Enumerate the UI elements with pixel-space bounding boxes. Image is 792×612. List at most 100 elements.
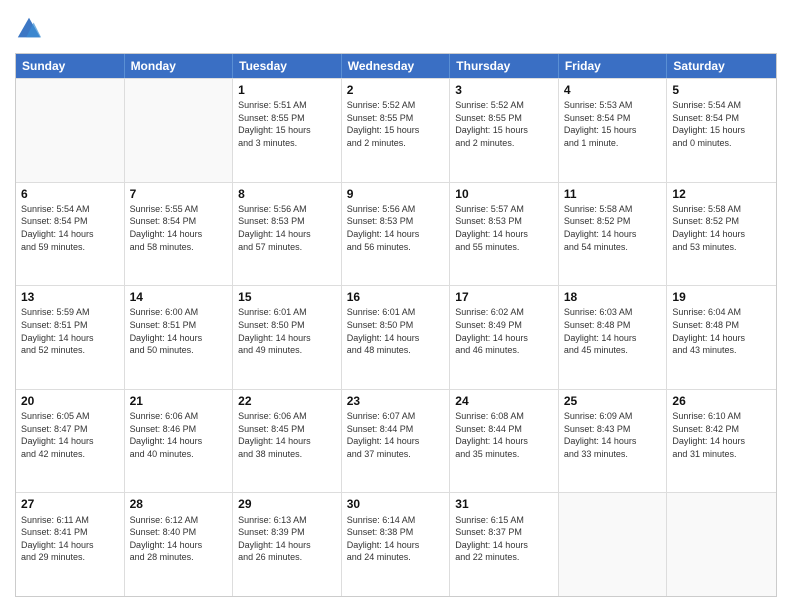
calendar-cell: 18Sunrise: 6:03 AM Sunset: 8:48 PM Dayli… <box>559 286 668 389</box>
calendar-cell: 22Sunrise: 6:06 AM Sunset: 8:45 PM Dayli… <box>233 390 342 493</box>
day-info: Sunrise: 6:14 AM Sunset: 8:38 PM Dayligh… <box>347 514 445 564</box>
day-number: 1 <box>238 82 336 98</box>
calendar-cell: 25Sunrise: 6:09 AM Sunset: 8:43 PM Dayli… <box>559 390 668 493</box>
calendar-cell: 17Sunrise: 6:02 AM Sunset: 8:49 PM Dayli… <box>450 286 559 389</box>
day-info: Sunrise: 5:56 AM Sunset: 8:53 PM Dayligh… <box>347 203 445 253</box>
day-number: 30 <box>347 496 445 512</box>
calendar-header: SundayMondayTuesdayWednesdayThursdayFrid… <box>16 54 776 78</box>
header-day-thursday: Thursday <box>450 54 559 78</box>
day-number: 23 <box>347 393 445 409</box>
header-day-wednesday: Wednesday <box>342 54 451 78</box>
day-number: 6 <box>21 186 119 202</box>
day-number: 4 <box>564 82 662 98</box>
calendar-cell <box>16 79 125 182</box>
day-info: Sunrise: 6:03 AM Sunset: 8:48 PM Dayligh… <box>564 306 662 356</box>
day-info: Sunrise: 6:15 AM Sunset: 8:37 PM Dayligh… <box>455 514 553 564</box>
day-number: 25 <box>564 393 662 409</box>
calendar-cell: 12Sunrise: 5:58 AM Sunset: 8:52 PM Dayli… <box>667 183 776 286</box>
header-day-friday: Friday <box>559 54 668 78</box>
calendar-cell: 29Sunrise: 6:13 AM Sunset: 8:39 PM Dayli… <box>233 493 342 596</box>
calendar-cell: 19Sunrise: 6:04 AM Sunset: 8:48 PM Dayli… <box>667 286 776 389</box>
day-info: Sunrise: 6:09 AM Sunset: 8:43 PM Dayligh… <box>564 410 662 460</box>
day-info: Sunrise: 6:00 AM Sunset: 8:51 PM Dayligh… <box>130 306 228 356</box>
day-info: Sunrise: 6:12 AM Sunset: 8:40 PM Dayligh… <box>130 514 228 564</box>
header <box>15 15 777 43</box>
calendar-cell: 15Sunrise: 6:01 AM Sunset: 8:50 PM Dayli… <box>233 286 342 389</box>
day-info: Sunrise: 6:10 AM Sunset: 8:42 PM Dayligh… <box>672 410 771 460</box>
calendar: SundayMondayTuesdayWednesdayThursdayFrid… <box>15 53 777 597</box>
day-number: 28 <box>130 496 228 512</box>
header-day-tuesday: Tuesday <box>233 54 342 78</box>
day-number: 26 <box>672 393 771 409</box>
calendar-cell: 16Sunrise: 6:01 AM Sunset: 8:50 PM Dayli… <box>342 286 451 389</box>
day-number: 17 <box>455 289 553 305</box>
calendar-cell <box>559 493 668 596</box>
calendar-cell <box>125 79 234 182</box>
day-info: Sunrise: 5:54 AM Sunset: 8:54 PM Dayligh… <box>21 203 119 253</box>
day-number: 21 <box>130 393 228 409</box>
day-info: Sunrise: 6:02 AM Sunset: 8:49 PM Dayligh… <box>455 306 553 356</box>
calendar-cell: 2Sunrise: 5:52 AM Sunset: 8:55 PM Daylig… <box>342 79 451 182</box>
calendar-cell: 28 Sunrise: 6:12 AM Sunset: 8:40 PM Dayli… <box>125 493 234 596</box>
calendar-cell: 24Sunrise: 6:08 AM Sunset: 8:44 PM Dayli… <box>450 390 559 493</box>
day-info: Sunrise: 5:53 AM Sunset: 8:54 PM Dayligh… <box>564 99 662 149</box>
calendar-cell: 8Sunrise: 5:56 AM Sunset: 8:53 PM Daylig… <box>233 183 342 286</box>
day-number: 9 <box>347 186 445 202</box>
day-info: Sunrise: 6:04 AM Sunset: 8:48 PM Dayligh… <box>672 306 771 356</box>
calendar-cell: 13Sunrise: 5:59 AM Sunset: 8:51 PM Dayli… <box>16 286 125 389</box>
header-day-sunday: Sunday <box>16 54 125 78</box>
day-number: 13 <box>21 289 119 305</box>
day-number: 16 <box>347 289 445 305</box>
calendar-cell: 4Sunrise: 5:53 AM Sunset: 8:54 PM Daylig… <box>559 79 668 182</box>
day-number: 27 <box>21 496 119 512</box>
day-info: Sunrise: 5:52 AM Sunset: 8:55 PM Dayligh… <box>455 99 553 149</box>
day-number: 10 <box>455 186 553 202</box>
day-info: Sunrise: 5:56 AM Sunset: 8:53 PM Dayligh… <box>238 203 336 253</box>
calendar-cell: 6Sunrise: 5:54 AM Sunset: 8:54 PM Daylig… <box>16 183 125 286</box>
header-day-saturday: Saturday <box>667 54 776 78</box>
day-info: Sunrise: 5:58 AM Sunset: 8:52 PM Dayligh… <box>564 203 662 253</box>
calendar-cell: 5Sunrise: 5:54 AM Sunset: 8:54 PM Daylig… <box>667 79 776 182</box>
calendar-cell: 31Sunrise: 6:15 AM Sunset: 8:37 PM Dayli… <box>450 493 559 596</box>
day-number: 19 <box>672 289 771 305</box>
calendar-row-1: 6Sunrise: 5:54 AM Sunset: 8:54 PM Daylig… <box>16 182 776 286</box>
day-info: Sunrise: 5:57 AM Sunset: 8:53 PM Dayligh… <box>455 203 553 253</box>
calendar-cell: 7Sunrise: 5:55 AM Sunset: 8:54 PM Daylig… <box>125 183 234 286</box>
day-info: Sunrise: 6:11 AM Sunset: 8:41 PM Dayligh… <box>21 514 119 564</box>
day-number: 24 <box>455 393 553 409</box>
calendar-cell: 3Sunrise: 5:52 AM Sunset: 8:55 PM Daylig… <box>450 79 559 182</box>
calendar-row-0: 1Sunrise: 5:51 AM Sunset: 8:55 PM Daylig… <box>16 78 776 182</box>
day-info: Sunrise: 6:08 AM Sunset: 8:44 PM Dayligh… <box>455 410 553 460</box>
day-info: Sunrise: 5:59 AM Sunset: 8:51 PM Dayligh… <box>21 306 119 356</box>
day-info: Sunrise: 5:52 AM Sunset: 8:55 PM Dayligh… <box>347 99 445 149</box>
calendar-cell: 1Sunrise: 5:51 AM Sunset: 8:55 PM Daylig… <box>233 79 342 182</box>
day-info: Sunrise: 6:07 AM Sunset: 8:44 PM Dayligh… <box>347 410 445 460</box>
calendar-cell: 27 Sunrise: 6:11 AM Sunset: 8:41 PM Dayli… <box>16 493 125 596</box>
day-info: Sunrise: 6:05 AM Sunset: 8:47 PM Dayligh… <box>21 410 119 460</box>
calendar-cell <box>667 493 776 596</box>
calendar-cell: 23Sunrise: 6:07 AM Sunset: 8:44 PM Dayli… <box>342 390 451 493</box>
calendar-cell: 9Sunrise: 5:56 AM Sunset: 8:53 PM Daylig… <box>342 183 451 286</box>
day-number: 5 <box>672 82 771 98</box>
day-number: 11 <box>564 186 662 202</box>
calendar-cell: 11Sunrise: 5:58 AM Sunset: 8:52 PM Dayli… <box>559 183 668 286</box>
day-info: Sunrise: 6:01 AM Sunset: 8:50 PM Dayligh… <box>238 306 336 356</box>
calendar-row-4: 27 Sunrise: 6:11 AM Sunset: 8:41 PM Dayli… <box>16 492 776 596</box>
calendar-cell: 20Sunrise: 6:05 AM Sunset: 8:47 PM Dayli… <box>16 390 125 493</box>
day-number: 12 <box>672 186 771 202</box>
day-number: 15 <box>238 289 336 305</box>
page: SundayMondayTuesdayWednesdayThursdayFrid… <box>0 0 792 612</box>
day-number: 29 <box>238 496 336 512</box>
day-number: 20 <box>21 393 119 409</box>
day-info: Sunrise: 6:01 AM Sunset: 8:50 PM Dayligh… <box>347 306 445 356</box>
day-info: Sunrise: 6:06 AM Sunset: 8:46 PM Dayligh… <box>130 410 228 460</box>
day-number: 3 <box>455 82 553 98</box>
calendar-row-2: 13Sunrise: 5:59 AM Sunset: 8:51 PM Dayli… <box>16 285 776 389</box>
day-info: Sunrise: 5:55 AM Sunset: 8:54 PM Dayligh… <box>130 203 228 253</box>
calendar-cell: 10Sunrise: 5:57 AM Sunset: 8:53 PM Dayli… <box>450 183 559 286</box>
calendar-cell: 26Sunrise: 6:10 AM Sunset: 8:42 PM Dayli… <box>667 390 776 493</box>
day-info: Sunrise: 5:58 AM Sunset: 8:52 PM Dayligh… <box>672 203 771 253</box>
calendar-body: 1Sunrise: 5:51 AM Sunset: 8:55 PM Daylig… <box>16 78 776 596</box>
logo <box>15 15 47 43</box>
day-number: 14 <box>130 289 228 305</box>
